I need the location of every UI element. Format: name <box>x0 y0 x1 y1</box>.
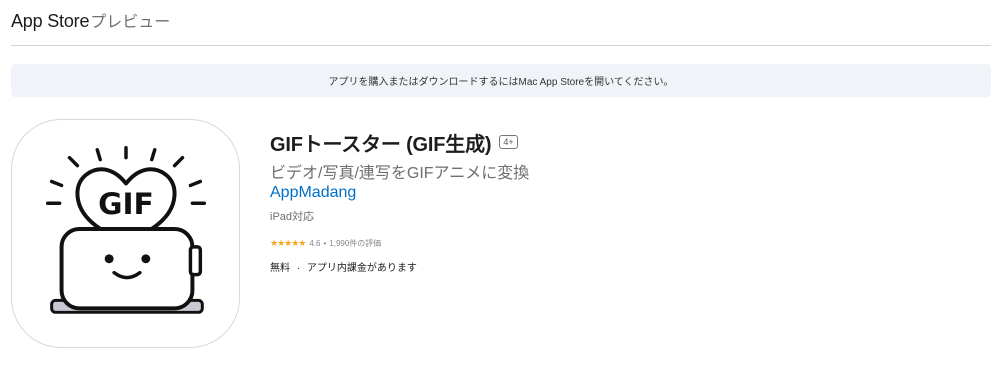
left-eye <box>104 254 114 264</box>
toaster-body <box>59 227 195 311</box>
compatibility-label: iPad対応 <box>270 211 315 223</box>
rating-value: 4.6 <box>309 238 321 248</box>
app-title: GIFトースター (GIF生成) <box>270 133 492 156</box>
app-icon: GIF <box>11 119 240 348</box>
app-subtitle: ビデオ/写真/連写をGIFアニメに変換 <box>270 165 530 182</box>
gif-icon-text: GIF <box>98 187 154 222</box>
banner-text: アプリを購入またはダウンロードするにはMac App Storeを開いてください… <box>328 77 674 88</box>
rating-count: 1,990件の評価 <box>329 238 382 248</box>
rating-separator: • <box>323 238 327 248</box>
header: App Store プレビュー <box>11 8 170 34</box>
age-rating-badge: 4+ <box>499 135 518 149</box>
in-app-purchase-label: アプリ内課金があります <box>306 263 417 274</box>
title-row: GIFトースター (GIF生成) 4+ <box>270 129 970 156</box>
rating-row: ★★★★★ 4.6 • 1,990件の評価 <box>270 236 970 250</box>
app-info: GIFトースター (GIF生成) 4+ ビデオ/写真/連写をGIFアニメに変換 … <box>270 129 970 275</box>
open-mac-app-store-banner: アプリを購入またはダウンロードするにはMac App Storeを開いてください… <box>11 64 991 97</box>
star-rating-icon: ★★★★★ <box>270 237 306 248</box>
price-label: 無料 <box>270 263 290 274</box>
toaster-lever <box>188 245 203 277</box>
header-divider <box>11 45 991 46</box>
app-store-brand[interactable]: App Store <box>11 11 89 32</box>
price-row: 無料 · アプリ内課金があります <box>270 259 970 275</box>
price-separator: · <box>296 263 301 274</box>
preview-label: プレビュー <box>90 14 171 31</box>
gif-toaster-icon: GIF <box>45 146 207 314</box>
right-eye <box>141 254 151 264</box>
developer-link[interactable]: AppMadang <box>270 184 970 206</box>
